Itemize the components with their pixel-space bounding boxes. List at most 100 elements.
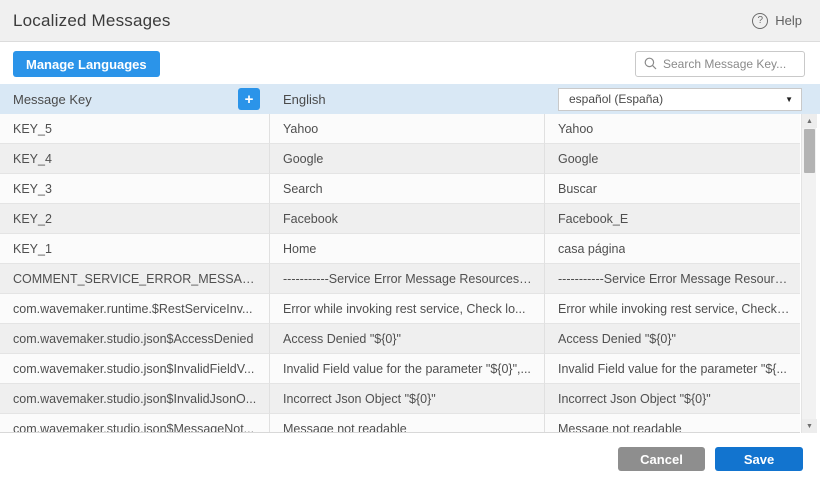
message-key-text: COMMENT_SERVICE_ERROR_MESSAGES <box>13 272 259 286</box>
english-value-text: Home <box>283 242 316 256</box>
message-key-cell[interactable]: KEY_4 <box>0 144 270 174</box>
language-select[interactable]: español (España) ▼ <box>558 88 802 111</box>
table-row: com.wavemaker.studio.json$AccessDenied A… <box>0 324 800 354</box>
table-row: COMMENT_SERVICE_ERROR_MESSAGES ---------… <box>0 264 800 294</box>
english-value-cell[interactable]: Search <box>270 174 545 204</box>
message-key-text: KEY_1 <box>13 242 52 256</box>
spanish-value-text: Incorrect Json Object "${0}" <box>558 392 711 406</box>
english-value-cell[interactable]: Error while invoking rest service, Check… <box>270 294 545 324</box>
message-key-text: com.wavemaker.studio.json$InvalidFieldV.… <box>13 362 254 376</box>
english-value-text: Message not readable <box>283 422 407 434</box>
cancel-button[interactable]: Cancel <box>618 447 705 471</box>
table-row: com.wavemaker.studio.json$MessageNot... … <box>0 414 800 433</box>
message-key-cell[interactable]: KEY_3 <box>0 174 270 204</box>
page-title: Localized Messages <box>13 11 171 31</box>
vertical-scrollbar[interactable]: ▲ ▼ <box>801 114 816 433</box>
table-row: KEY_5 Yahoo Yahoo <box>0 114 800 144</box>
message-key-cell[interactable]: com.wavemaker.runtime.$RestServiceInv... <box>0 294 270 324</box>
english-value-text: Invalid Field value for the parameter "$… <box>283 362 531 376</box>
column-header-english: English <box>270 84 545 114</box>
spanish-value-text: casa página <box>558 242 625 256</box>
message-key-text: KEY_5 <box>13 122 52 136</box>
footer-actions: Cancel Save <box>0 433 820 487</box>
message-key-text: KEY_3 <box>13 182 52 196</box>
english-value-cell[interactable]: -----------Service Error Message Resourc… <box>270 264 545 294</box>
spanish-value-text: Google <box>558 152 598 166</box>
scrollbar-thumb[interactable] <box>804 129 815 173</box>
message-key-cell[interactable]: com.wavemaker.studio.json$InvalidFieldV.… <box>0 354 270 384</box>
spanish-value-cell[interactable]: Facebook_E <box>545 204 800 234</box>
search-icon <box>644 57 657 70</box>
message-key-cell[interactable]: com.wavemaker.studio.json$InvalidJsonO..… <box>0 384 270 414</box>
table-row: KEY_2 Facebook Facebook_E <box>0 204 800 234</box>
localized-messages-panel: Localized Messages ? Help Manage Languag… <box>0 0 820 487</box>
plus-icon: + <box>245 92 254 107</box>
spanish-value-cell[interactable]: Message not readable <box>545 414 800 433</box>
column-header-language: español (España) ▼ <box>545 84 820 114</box>
table-row: com.wavemaker.runtime.$RestServiceInv...… <box>0 294 800 324</box>
english-value-cell[interactable]: Incorrect Json Object "${0}" <box>270 384 545 414</box>
message-key-text: com.wavemaker.runtime.$RestServiceInv... <box>13 302 252 316</box>
english-value-cell[interactable]: Google <box>270 144 545 174</box>
spanish-value-cell[interactable]: -----------Service Error Message Resourc… <box>545 264 800 294</box>
spanish-value-text: Message not readable <box>558 422 682 434</box>
help-question-icon: ? <box>752 13 768 29</box>
spanish-value-text: -----------Service Error Message Resourc… <box>558 272 790 286</box>
spanish-value-cell[interactable]: Google <box>545 144 800 174</box>
spanish-value-cell[interactable]: Error while invoking rest service, Check… <box>545 294 800 324</box>
english-value-cell[interactable]: Message not readable <box>270 414 545 433</box>
table-row: KEY_4 Google Google <box>0 144 800 174</box>
scroll-down-icon[interactable]: ▼ <box>802 419 817 433</box>
english-header-label: English <box>283 92 326 107</box>
english-value-cell[interactable]: Invalid Field value for the parameter "$… <box>270 354 545 384</box>
spanish-value-cell[interactable]: Invalid Field value for the parameter "$… <box>545 354 800 384</box>
english-value-cell[interactable]: Access Denied "${0}" <box>270 324 545 354</box>
english-value-cell[interactable]: Yahoo <box>270 114 545 144</box>
message-key-text: com.wavemaker.studio.json$AccessDenied <box>13 332 253 346</box>
chevron-down-icon: ▼ <box>785 95 793 104</box>
scroll-up-icon[interactable]: ▲ <box>802 114 817 128</box>
table-row: com.wavemaker.studio.json$InvalidFieldV.… <box>0 354 800 384</box>
messages-table-body: KEY_5 Yahoo Yahoo KEY_4 Google Google KE… <box>0 114 800 433</box>
title-bar: Localized Messages ? Help <box>0 0 820 42</box>
english-value-text: Access Denied "${0}" <box>283 332 401 346</box>
english-value-text: Error while invoking rest service, Check… <box>283 302 525 316</box>
message-key-text: KEY_4 <box>13 152 52 166</box>
message-key-cell[interactable]: KEY_5 <box>0 114 270 144</box>
english-value-text: Search <box>283 182 323 196</box>
spanish-value-cell[interactable]: casa página <box>545 234 800 264</box>
table-header: Message Key + English español (España) ▼ <box>0 84 820 114</box>
help-button[interactable]: ? Help <box>752 13 802 29</box>
add-key-button[interactable]: + <box>238 88 260 110</box>
message-key-text: com.wavemaker.studio.json$InvalidJsonO..… <box>13 392 256 406</box>
message-key-cell[interactable]: KEY_2 <box>0 204 270 234</box>
message-key-text: com.wavemaker.studio.json$MessageNot... <box>13 422 254 434</box>
message-key-cell[interactable]: com.wavemaker.studio.json$AccessDenied <box>0 324 270 354</box>
message-key-cell[interactable]: KEY_1 <box>0 234 270 264</box>
english-value-cell[interactable]: Home <box>270 234 545 264</box>
spanish-value-cell[interactable]: Incorrect Json Object "${0}" <box>545 384 800 414</box>
spanish-value-cell[interactable]: Yahoo <box>545 114 800 144</box>
spanish-value-text: Yahoo <box>558 122 593 136</box>
message-key-cell[interactable]: COMMENT_SERVICE_ERROR_MESSAGES <box>0 264 270 294</box>
english-value-text: Yahoo <box>283 122 318 136</box>
english-value-text: Google <box>283 152 323 166</box>
spanish-value-cell[interactable]: Buscar <box>545 174 800 204</box>
toolbar: Manage Languages <box>0 43 820 84</box>
message-key-header-label: Message Key <box>13 92 92 107</box>
save-button[interactable]: Save <box>715 447 803 471</box>
spanish-value-text: Access Denied "${0}" <box>558 332 676 346</box>
search-box <box>635 51 805 77</box>
english-value-text: -----------Service Error Message Resourc… <box>283 272 534 286</box>
column-header-message-key: Message Key + <box>0 84 270 114</box>
manage-languages-button[interactable]: Manage Languages <box>13 51 160 77</box>
english-value-cell[interactable]: Facebook <box>270 204 545 234</box>
spanish-value-cell[interactable]: Access Denied "${0}" <box>545 324 800 354</box>
language-select-value: español (España) <box>569 92 663 106</box>
english-value-text: Facebook <box>283 212 338 226</box>
table-row: KEY_1 Home casa página <box>0 234 800 264</box>
search-input[interactable] <box>663 57 796 71</box>
spanish-value-text: Error while invoking rest service, Check… <box>558 302 790 316</box>
message-key-cell[interactable]: com.wavemaker.studio.json$MessageNot... <box>0 414 270 433</box>
english-value-text: Incorrect Json Object "${0}" <box>283 392 436 406</box>
